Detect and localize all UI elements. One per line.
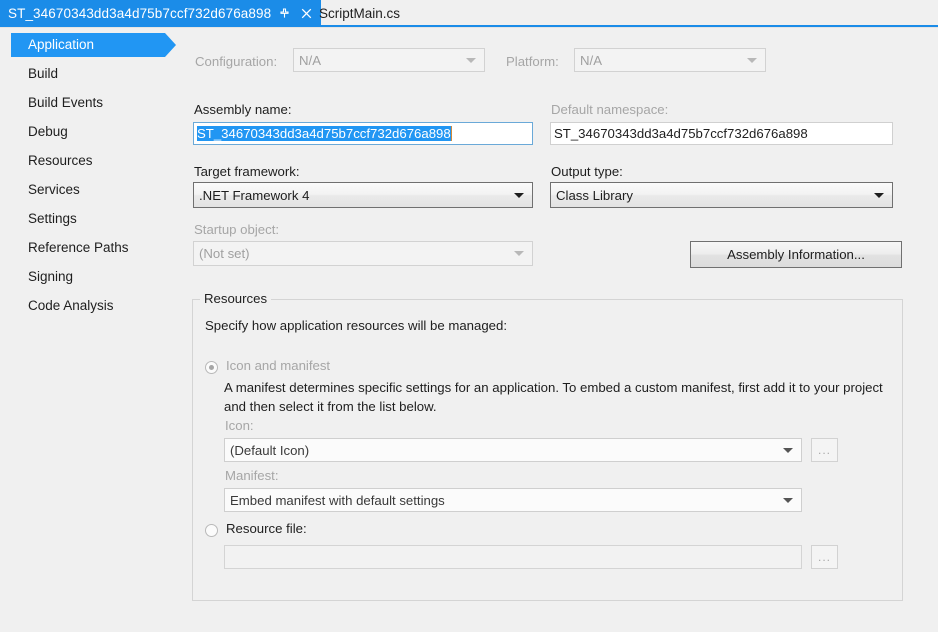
sidebar-item-resources-label: Resources	[28, 153, 93, 168]
chevron-down-icon	[466, 57, 476, 63]
tab-project-properties[interactable]: ST_34670343dd3a4d75b7ccf732d676a898	[0, 0, 322, 26]
default-namespace-value: ST_34670343dd3a4d75b7ccf732d676a898	[554, 126, 808, 141]
sidebar-item-settings-label: Settings	[28, 211, 77, 226]
output-type-label: Output type:	[551, 164, 623, 179]
configuration-value: N/A	[299, 52, 321, 68]
icon-value: (Default Icon)	[230, 442, 310, 458]
sidebar: Application Build Build Events Debug Res…	[0, 30, 188, 632]
default-namespace-input[interactable]: ST_34670343dd3a4d75b7ccf732d676a898	[550, 122, 893, 145]
configuration-dropdown[interactable]: N/A	[293, 48, 485, 72]
platform-dropdown[interactable]: N/A	[574, 48, 766, 72]
assembly-name-label: Assembly name:	[194, 102, 292, 117]
icon-browse-button[interactable]: ...	[811, 438, 838, 462]
manifest-label: Manifest:	[225, 468, 279, 483]
resources-intro-text: Specify how application resources will b…	[205, 318, 508, 333]
icon-and-manifest-label: Icon and manifest	[226, 358, 331, 373]
assembly-name-input[interactable]: ST_34670343dd3a4d75b7ccf732d676a898	[193, 122, 533, 145]
chevron-down-icon	[514, 192, 524, 198]
resources-groupbox-title: Resources	[200, 291, 272, 306]
startup-object-value: (Not set)	[199, 246, 250, 261]
assembly-name-value: ST_34670343dd3a4d75b7ccf732d676a898	[197, 126, 451, 141]
sidebar-item-build[interactable]: Build	[0, 59, 188, 88]
chevron-down-icon	[514, 251, 524, 256]
sidebar-item-settings[interactable]: Settings	[0, 204, 188, 233]
application-settings-pane: Configuration: N/A Platform: N/A Assembl…	[188, 30, 938, 632]
tab-project-properties-label: ST_34670343dd3a4d75b7ccf732d676a898	[8, 5, 272, 21]
startup-object-dropdown[interactable]: (Not set)	[193, 241, 533, 266]
assembly-information-button-label: Assembly Information...	[727, 247, 865, 262]
resource-file-radio[interactable]	[205, 524, 218, 537]
resource-file-browse-button-label: ...	[817, 550, 831, 564]
chevron-down-icon	[874, 192, 884, 198]
sidebar-item-services-label: Services	[28, 182, 80, 197]
sidebar-item-build-label: Build	[28, 66, 59, 81]
sidebar-item-debug[interactable]: Debug	[0, 117, 188, 146]
sidebar-item-build-events-label: Build Events	[28, 95, 104, 110]
tab-scriptmain-label: ScriptMain.cs	[319, 5, 401, 21]
tab-strip: ST_34670343dd3a4d75b7ccf732d676a898 Scri…	[0, 0, 938, 28]
chevron-down-icon	[747, 57, 757, 63]
sidebar-item-reference-paths-label: Reference Paths	[28, 240, 129, 255]
chevron-down-icon	[783, 497, 793, 503]
pin-icon[interactable]	[276, 3, 293, 23]
default-namespace-label: Default namespace:	[551, 102, 669, 117]
icon-browse-button-label: ...	[817, 443, 831, 457]
sidebar-item-debug-label: Debug	[28, 124, 68, 139]
sidebar-item-reference-paths[interactable]: Reference Paths	[0, 233, 188, 262]
resource-file-input[interactable]	[224, 545, 802, 569]
tab-strip-shadow	[0, 27, 938, 28]
output-type-value: Class Library	[556, 187, 633, 203]
target-framework-dropdown[interactable]: .NET Framework 4	[193, 182, 533, 208]
resource-file-browse-button[interactable]: ...	[811, 545, 838, 569]
manifest-value: Embed manifest with default settings	[230, 492, 445, 508]
target-framework-value: .NET Framework 4	[199, 187, 310, 203]
startup-object-label: Startup object:	[194, 222, 280, 237]
manifest-dropdown[interactable]: Embed manifest with default settings	[224, 488, 802, 512]
project-properties-window: ST_34670343dd3a4d75b7ccf732d676a898 Scri…	[0, 0, 938, 632]
sidebar-item-resources[interactable]: Resources	[0, 146, 188, 175]
resource-file-label: Resource file:	[226, 521, 307, 536]
manifest-description-text: A manifest determines specific settings …	[224, 380, 883, 414]
sidebar-item-services[interactable]: Services	[0, 175, 188, 204]
platform-label: Platform:	[506, 54, 559, 69]
chevron-down-icon	[783, 447, 793, 453]
target-framework-label: Target framework:	[194, 164, 300, 179]
sidebar-item-build-events[interactable]: Build Events	[0, 88, 188, 117]
icon-label: Icon:	[225, 418, 254, 433]
sidebar-item-application-label: Application	[28, 37, 95, 52]
icon-and-manifest-radio[interactable]	[205, 361, 218, 374]
sidebar-selection-arrow-icon	[165, 33, 176, 57]
sidebar-item-signing[interactable]: Signing	[0, 262, 188, 291]
sidebar-item-signing-label: Signing	[28, 269, 74, 284]
output-type-dropdown[interactable]: Class Library	[550, 182, 893, 208]
configuration-label: Configuration:	[195, 54, 278, 69]
sidebar-item-code-analysis-label: Code Analysis	[28, 298, 114, 313]
text-caret	[450, 126, 452, 141]
sidebar-item-application[interactable]: Application	[0, 30, 188, 59]
tab-scriptmain[interactable]: ScriptMain.cs	[311, 0, 408, 26]
sidebar-item-code-analysis[interactable]: Code Analysis	[0, 291, 188, 320]
icon-dropdown[interactable]: (Default Icon)	[224, 438, 802, 462]
assembly-information-button[interactable]: Assembly Information...	[690, 241, 902, 268]
platform-value: N/A	[580, 52, 602, 68]
